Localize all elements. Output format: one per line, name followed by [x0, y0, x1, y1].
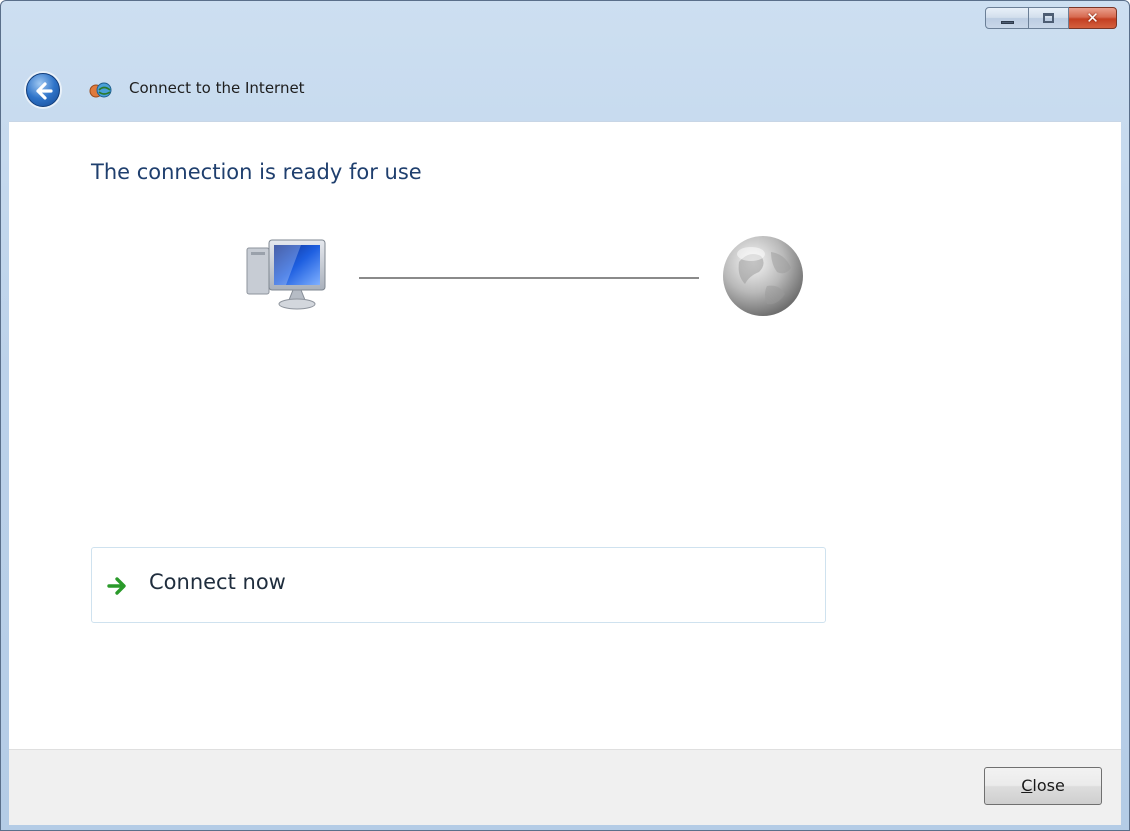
content-area: The connection is ready for use Connect … — [9, 121, 1121, 750]
caption-buttons: ✕ — [985, 7, 1117, 29]
footer-bar: Close — [9, 749, 1121, 825]
minimize-button[interactable] — [985, 7, 1029, 29]
maximize-button[interactable] — [1029, 7, 1069, 29]
close-button-label: lose — [1032, 776, 1065, 795]
internet-globe-icon — [723, 236, 803, 316]
network-icon — [89, 82, 112, 98]
window-title: Connect to the Internet — [129, 79, 305, 97]
close-button[interactable]: Close — [984, 767, 1102, 805]
close-icon: ✕ — [1086, 9, 1099, 27]
page-heading: The connection is ready for use — [91, 160, 422, 184]
window-close-button[interactable]: ✕ — [1069, 7, 1117, 29]
minimize-icon — [1001, 21, 1014, 24]
green-arrow-icon — [107, 577, 126, 595]
connect-now-command[interactable]: Connect now — [91, 547, 826, 623]
connect-now-label: Connect now — [149, 570, 286, 594]
back-arrow-icon — [36, 82, 53, 100]
close-button-mnemonic: C — [1021, 776, 1033, 795]
computer-icon — [246, 239, 326, 310]
maximize-icon — [1043, 13, 1054, 23]
connection-line — [359, 277, 699, 279]
back-button[interactable] — [26, 73, 60, 107]
connect-to-internet-window: ✕ Connect to the Internet The connection… — [0, 0, 1130, 831]
